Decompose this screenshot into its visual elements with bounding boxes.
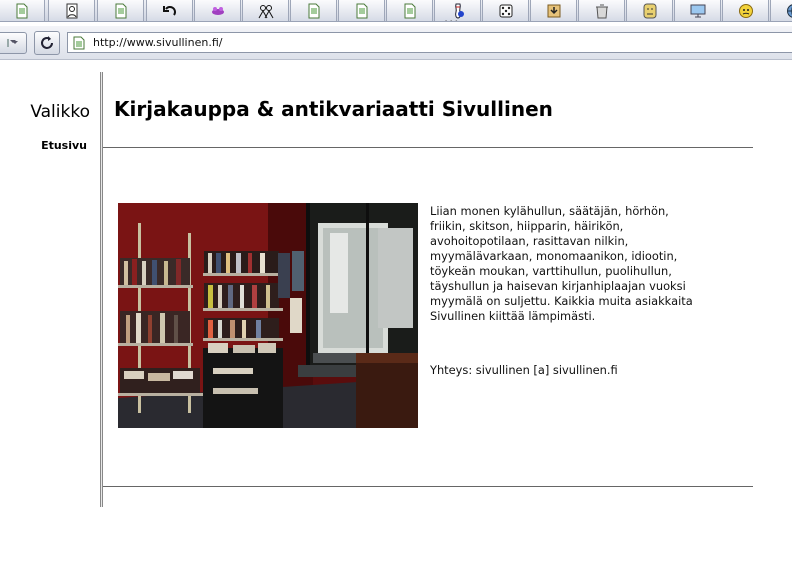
- toolbar-grip[interactable]: •••: [444, 19, 459, 22]
- people-icon: [258, 4, 273, 18]
- intro-line: Liian monen kylähullun, säätäjän, hörhön…: [430, 204, 669, 218]
- taskbar-button-14[interactable]: [626, 0, 673, 21]
- intro-line: töykeän moukan, varttihullun, puolihullu…: [430, 264, 672, 278]
- contact-text: Yhteys: sivullinen [a] sivullinen.fi: [430, 363, 618, 377]
- forward-button[interactable]: [0, 32, 27, 54]
- document-icon: [308, 3, 319, 18]
- menu-item-etusivu[interactable]: Etusivu: [41, 139, 87, 152]
- download-icon: [547, 4, 560, 17]
- bookshop-interior-image: [118, 203, 418, 428]
- taskbar-button-2[interactable]: [48, 0, 95, 21]
- taskbar-button-11[interactable]: [482, 0, 529, 21]
- bowling-icon: [454, 3, 464, 19]
- reload-icon: [41, 36, 53, 49]
- monitor-icon: [690, 4, 705, 17]
- vertical-divider: [100, 72, 103, 507]
- intro-text: Liian monen kylähullun, säätäjän, hörhön…: [430, 204, 730, 324]
- person-doc-icon: [66, 3, 77, 18]
- menu-title: Valikko: [30, 102, 90, 122]
- intro-line: friikin, skitson, hiipparin, häirikön,: [430, 219, 624, 233]
- intro-line: Sivullinen kiittää lämpimästi.: [430, 309, 596, 323]
- taskbar-button-5[interactable]: [194, 0, 241, 21]
- taskbar-button-7[interactable]: [290, 0, 337, 21]
- document-icon: [356, 3, 367, 18]
- smiley-icon: [738, 3, 753, 18]
- horizontal-divider-bottom: [103, 486, 753, 487]
- taskbar-button-8[interactable]: [338, 0, 385, 21]
- taskbar-button-4[interactable]: [146, 0, 193, 21]
- taskbar-button-3[interactable]: [97, 0, 144, 21]
- taskbar-button-12[interactable]: [530, 0, 577, 21]
- intro-line: täyshullun ja haisevan kirjanhiplaajan v…: [430, 279, 686, 293]
- taskbar-button-1[interactable]: [0, 0, 45, 21]
- intro-line: avohoitopotilaan, rasittavan nilkin,: [430, 234, 629, 248]
- document-icon: [16, 3, 27, 18]
- forward-dropdown-icon: [6, 39, 18, 47]
- page-icon: [73, 36, 85, 49]
- taskbar-button-9[interactable]: [386, 0, 433, 21]
- address-bar[interactable]: http://www.sivullinen.fi/: [67, 32, 792, 53]
- globe-icon: [786, 3, 792, 18]
- horizontal-divider-top: [103, 147, 753, 148]
- dice-icon: [499, 4, 512, 17]
- intro-line: myymälä on suljettu. Kaikkia muita asiak…: [430, 294, 693, 308]
- bookshop-photo: [118, 203, 418, 428]
- taskbar-button-13[interactable]: [578, 0, 625, 21]
- purple-app-icon: [211, 6, 224, 15]
- navigation-toolbar: http://www.sivullinen.fi/: [0, 26, 792, 60]
- face-icon: [643, 3, 656, 18]
- taskbar-button-15[interactable]: [674, 0, 721, 21]
- intro-line: myymälävarkaan, monomaanikon, idiootin,: [430, 249, 678, 263]
- taskbar-button-16[interactable]: [722, 0, 769, 21]
- reload-button[interactable]: [34, 31, 60, 55]
- undo-arrow-icon: [162, 5, 176, 16]
- document-icon: [115, 3, 126, 18]
- taskbar-button-17[interactable]: [770, 0, 792, 21]
- taskbar-button-6[interactable]: [242, 0, 289, 21]
- document-icon: [404, 3, 415, 18]
- trash-icon: [595, 4, 608, 18]
- page-title: Kirjakauppa & antikvariaatti Sivullinen: [114, 97, 553, 121]
- taskbar: •••: [0, 0, 792, 22]
- address-url[interactable]: http://www.sivullinen.fi/: [93, 36, 222, 49]
